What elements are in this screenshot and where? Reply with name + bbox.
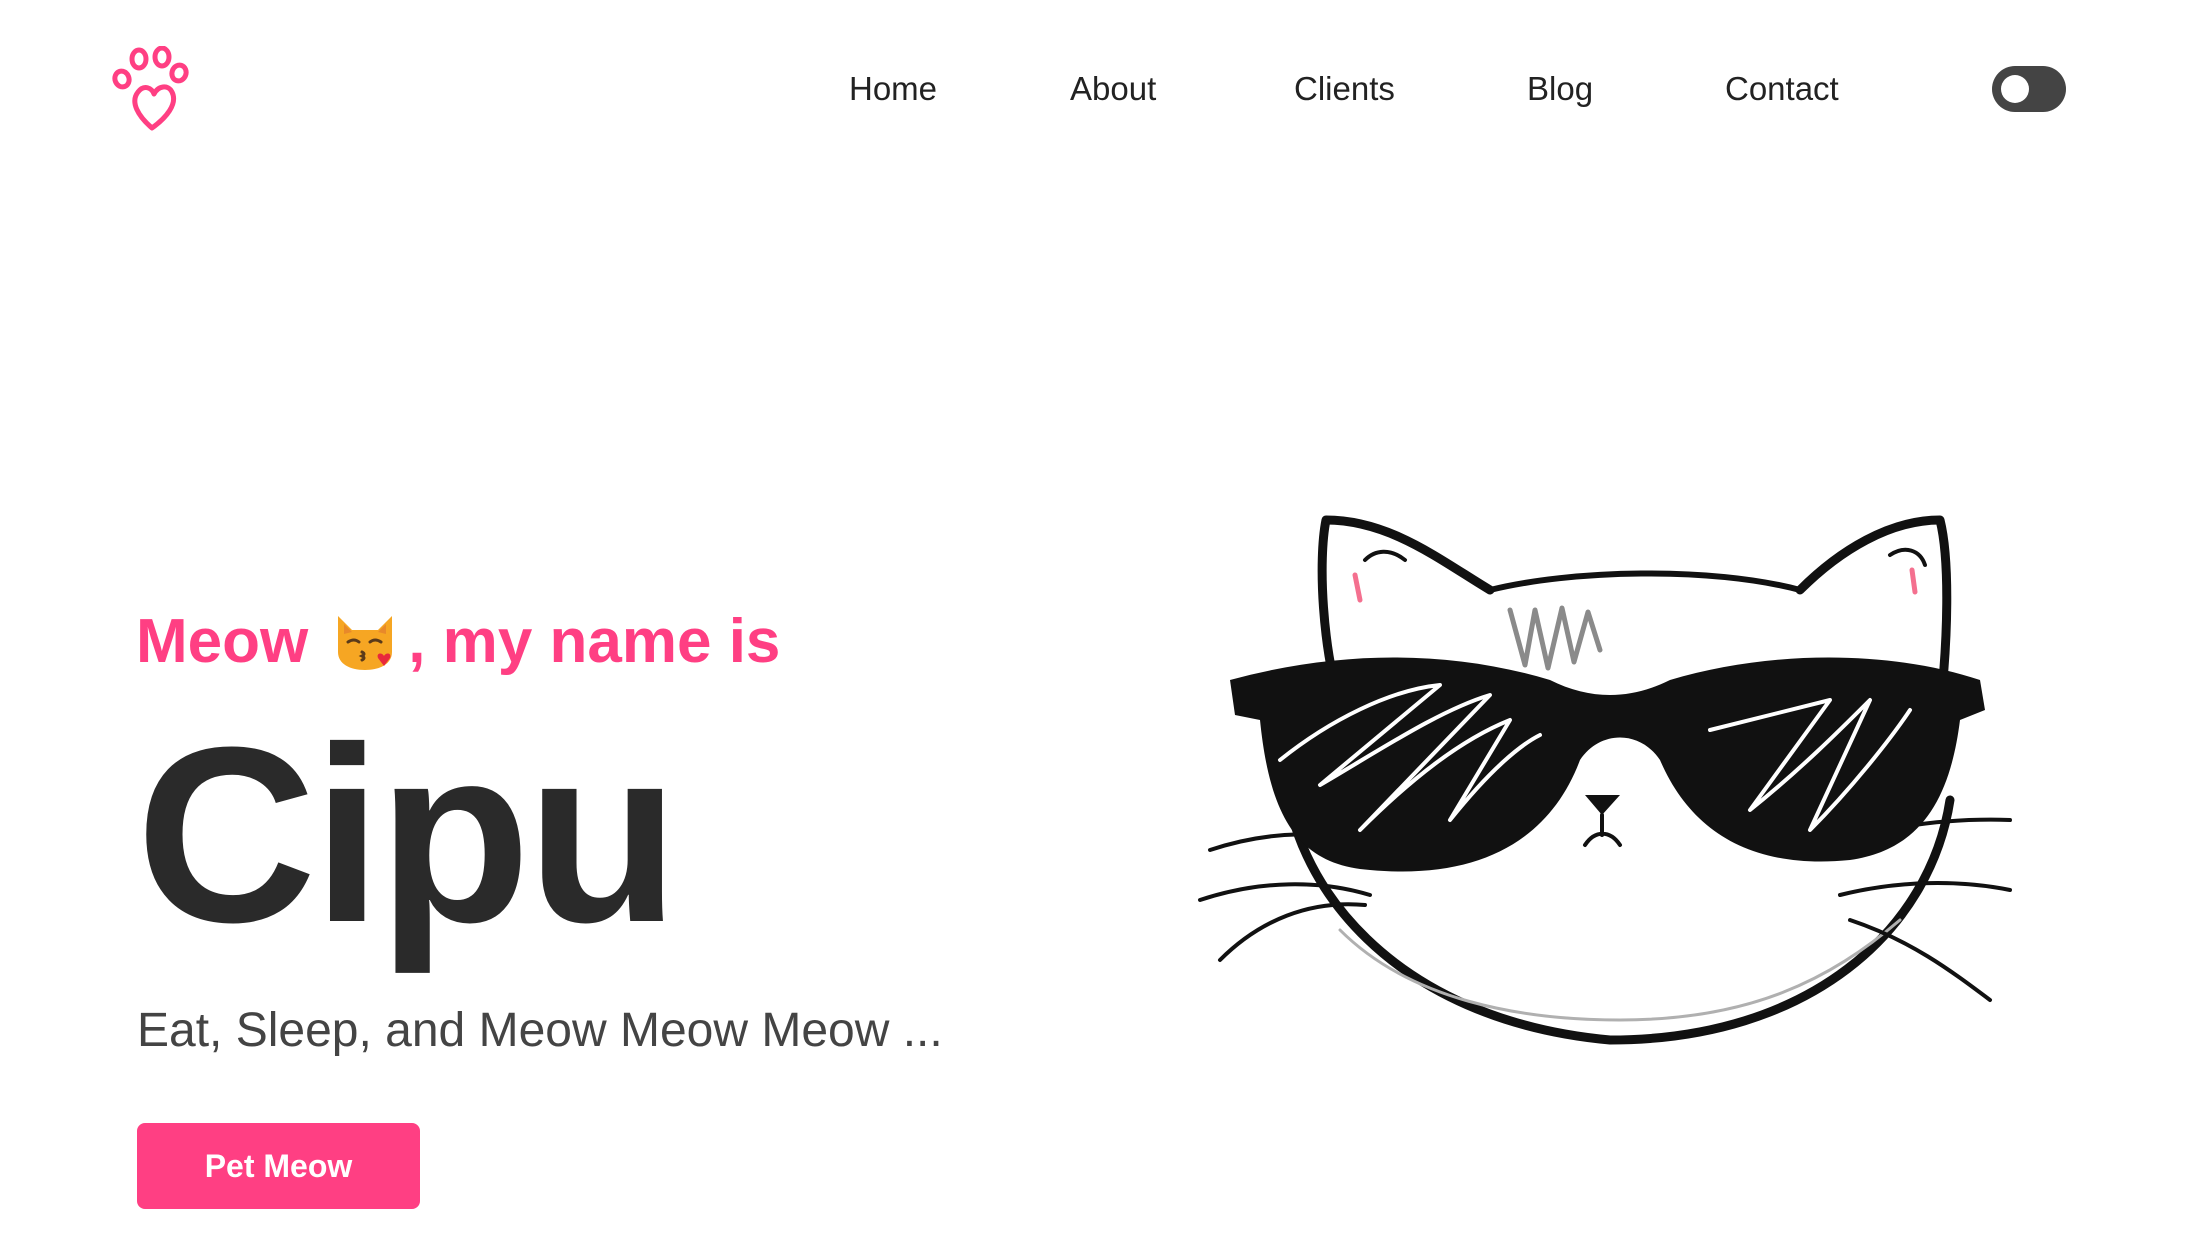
pet-meow-button[interactable]: Pet Meow (137, 1123, 420, 1209)
nav-contact[interactable]: Contact (1725, 64, 1839, 114)
greeting-end: , my name is (408, 607, 781, 676)
nav-home[interactable]: Home (849, 64, 937, 114)
main-nav: Home About Clients Blog Contact (0, 64, 2190, 114)
toggle-knob (2001, 75, 2029, 103)
hero-name: Cipu (136, 695, 679, 974)
cat-with-sunglasses-illustration (1198, 515, 2012, 1045)
nav-clients[interactable]: Clients (1294, 64, 1395, 114)
theme-toggle[interactable] (1992, 66, 2066, 112)
hero-tagline: Eat, Sleep, and Meow Meow Meow ... (137, 1004, 943, 1057)
kissing-cat-emoji-icon (338, 616, 393, 670)
greeting-start: Meow (136, 607, 309, 676)
hero-greeting: Meow , my name is (136, 604, 780, 680)
nav-blog[interactable]: Blog (1527, 64, 1593, 114)
nav-about[interactable]: About (1070, 64, 1156, 114)
page: Home About Clients Blog Contact Meow , m… (0, 0, 2190, 1240)
